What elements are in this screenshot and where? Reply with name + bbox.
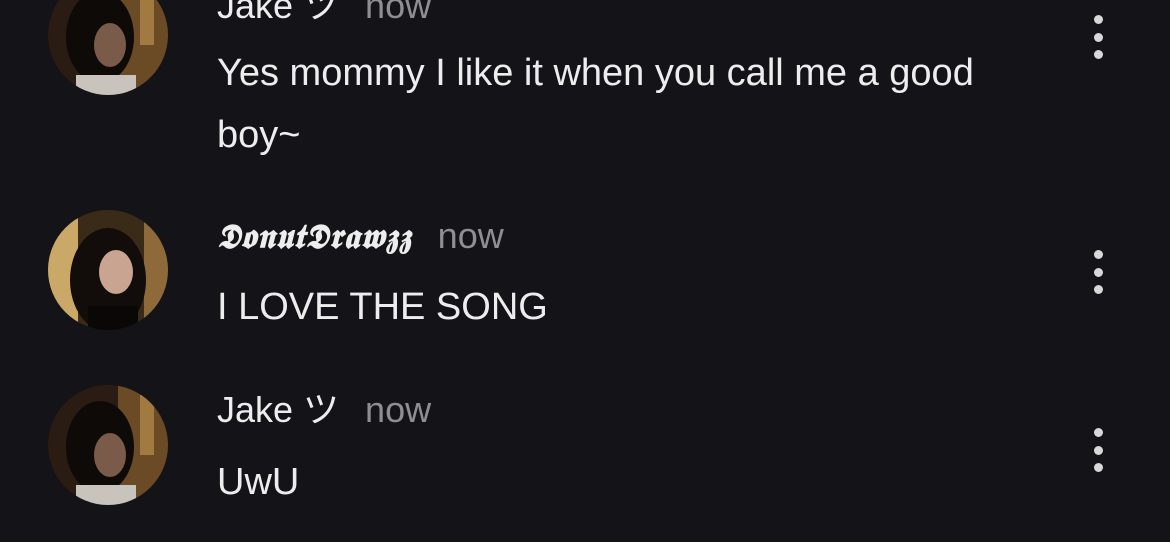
more-vertical-icon bbox=[1093, 50, 1103, 59]
timestamp: now bbox=[365, 0, 432, 26]
comment-text: I LOVE THE SONG bbox=[217, 286, 548, 328]
timestamp: now bbox=[365, 389, 432, 430]
comment-header: Jake ツ now bbox=[217, 386, 431, 434]
avatar-dark-hair-icon bbox=[48, 0, 168, 95]
comment-header: Jake ツ now bbox=[217, 0, 431, 30]
comments-feed: Jake ツ now Yes mommy I like it when you c… bbox=[0, 0, 1170, 542]
avatar-dark-hair-icon bbox=[48, 385, 168, 505]
more-vertical-icon bbox=[1093, 428, 1103, 437]
more-vertical-icon bbox=[1093, 250, 1103, 259]
comment-item: Jake ツ now Yes mommy I like it when you c… bbox=[0, 0, 1170, 180]
timestamp: now bbox=[437, 215, 504, 256]
more-vertical-icon bbox=[1093, 32, 1103, 42]
more-options-button[interactable] bbox=[1084, 250, 1112, 294]
comment-text: UwU bbox=[217, 461, 300, 503]
more-vertical-icon bbox=[1093, 463, 1103, 472]
comment-text: Yes mommy I like it when you call me a g… bbox=[217, 52, 974, 156]
user-avatar[interactable] bbox=[48, 210, 168, 330]
username[interactable]: Jake ツ bbox=[217, 389, 339, 430]
comment-item: 𝕯𝖔𝖓𝖚𝖙𝕯𝖗𝖆𝖜𝖟𝖟 now I LOVE THE SONG bbox=[0, 190, 1170, 350]
more-options-button[interactable] bbox=[1084, 428, 1112, 472]
username[interactable]: 𝕯𝖔𝖓𝖚𝖙𝕯𝖗𝖆𝖜𝖟𝖟 bbox=[217, 217, 412, 257]
comment-item: Jake ツ now UwU bbox=[0, 365, 1170, 542]
more-vertical-icon bbox=[1093, 15, 1103, 24]
more-vertical-icon bbox=[1093, 285, 1103, 294]
more-vertical-icon bbox=[1093, 267, 1103, 277]
more-vertical-icon bbox=[1093, 445, 1103, 455]
avatar-woman-icon bbox=[48, 210, 168, 330]
user-avatar[interactable] bbox=[48, 385, 168, 505]
user-avatar[interactable] bbox=[48, 0, 168, 95]
username[interactable]: Jake ツ bbox=[217, 0, 339, 26]
more-options-button[interactable] bbox=[1084, 15, 1112, 59]
comment-header: 𝕯𝖔𝖓𝖚𝖙𝕯𝖗𝖆𝖜𝖟𝖟 now bbox=[217, 212, 504, 260]
